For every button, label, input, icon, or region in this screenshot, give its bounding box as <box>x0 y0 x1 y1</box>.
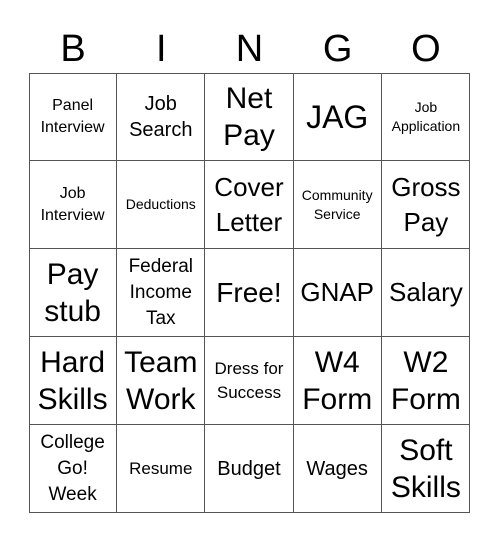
bingo-cell-label: Gross Pay <box>391 171 461 237</box>
bingo-grid: Panel Interview Job Search Net Pay JAG Job A… <box>29 73 470 513</box>
bingo-cell[interactable]: Budget <box>205 425 294 513</box>
bingo-cell[interactable]: Resume <box>117 425 206 513</box>
bingo-cell-label: W2 Form <box>390 345 461 416</box>
header-letter-n: N <box>235 28 264 70</box>
bingo-cell[interactable]: Soft Skills <box>382 425 470 513</box>
bingo-cell-label: Salary <box>389 277 463 307</box>
bingo-cell[interactable]: Job Interview <box>29 161 118 249</box>
bingo-cell-label: Team Work <box>124 345 198 416</box>
bingo-cell-label: GNAP <box>300 277 375 307</box>
bingo-cell[interactable]: Pay stub <box>29 249 118 337</box>
bingo-cell-label: W4 Form <box>302 345 373 416</box>
bingo-cell[interactable]: Net Pay <box>205 73 294 161</box>
bingo-cell-label: Wages <box>306 458 368 480</box>
bingo-cell[interactable]: Deductions <box>117 161 206 249</box>
bingo-cell[interactable]: Community Service <box>293 161 382 249</box>
bingo-cell-label: Free! <box>216 276 282 308</box>
bingo-cell-label: Dress for Success <box>214 358 284 402</box>
header-letter-g: G <box>322 28 353 70</box>
bingo-cell-label: Soft Skills <box>390 434 461 504</box>
bingo-cell-label: Job Interview <box>40 184 105 224</box>
bingo-cell-label: Job Application <box>391 98 461 134</box>
bingo-cell-label: JAG <box>306 98 369 135</box>
bingo-cell[interactable]: W4 Form <box>293 337 382 425</box>
bingo-cell[interactable]: Team Work <box>117 337 206 425</box>
bingo-cell[interactable]: Job Application <box>381 73 470 161</box>
bingo-cell[interactable]: Panel Interview <box>29 73 118 161</box>
bingo-header: B I N G O <box>29 25 470 73</box>
bingo-cell-label: Cover Letter <box>214 171 284 237</box>
bingo-card: B I N G O Panel Interview Job Search Net P… <box>0 0 500 544</box>
bingo-cell[interactable]: W2 Form <box>381 337 470 425</box>
bingo-cell-label: Net Pay <box>223 81 275 152</box>
bingo-cell[interactable]: Free! <box>205 249 294 337</box>
bingo-cell-label: Resume <box>129 459 193 478</box>
bingo-cell[interactable]: Salary <box>381 249 470 337</box>
header-letter-i: I <box>156 28 167 70</box>
bingo-cell[interactable]: Job Search <box>117 73 206 161</box>
header-letter-b: B <box>60 28 86 70</box>
bingo-cell[interactable]: Hard Skills <box>29 337 118 425</box>
bingo-cell[interactable]: JAG <box>293 73 382 161</box>
bingo-cell-label: Pay stub <box>44 257 101 328</box>
bingo-cell-label: Hard Skills <box>37 345 108 416</box>
bingo-cell[interactable]: GNAP <box>293 249 382 337</box>
bingo-cell[interactable]: Federal Income Tax <box>117 249 206 337</box>
bingo-cell[interactable]: College Go! Week <box>29 425 118 513</box>
bingo-cell-label: College Go! Week <box>40 432 105 505</box>
bingo-cell[interactable]: Dress for Success <box>205 337 294 425</box>
bingo-cell[interactable]: Wages <box>294 425 382 513</box>
bingo-cell-label: Panel Interview <box>40 96 105 136</box>
bingo-cell-label: Job Search <box>129 92 193 141</box>
bingo-cell[interactable]: Cover Letter <box>205 161 294 249</box>
bingo-cell-label: Deductions <box>125 196 196 212</box>
bingo-cell[interactable]: Gross Pay <box>381 161 470 249</box>
header-letter-o: O <box>411 28 441 70</box>
bingo-cell-label: Budget <box>217 458 281 480</box>
bingo-cell-label: Federal Income Tax <box>128 255 193 329</box>
bingo-cell-label: Community Service <box>301 186 373 222</box>
